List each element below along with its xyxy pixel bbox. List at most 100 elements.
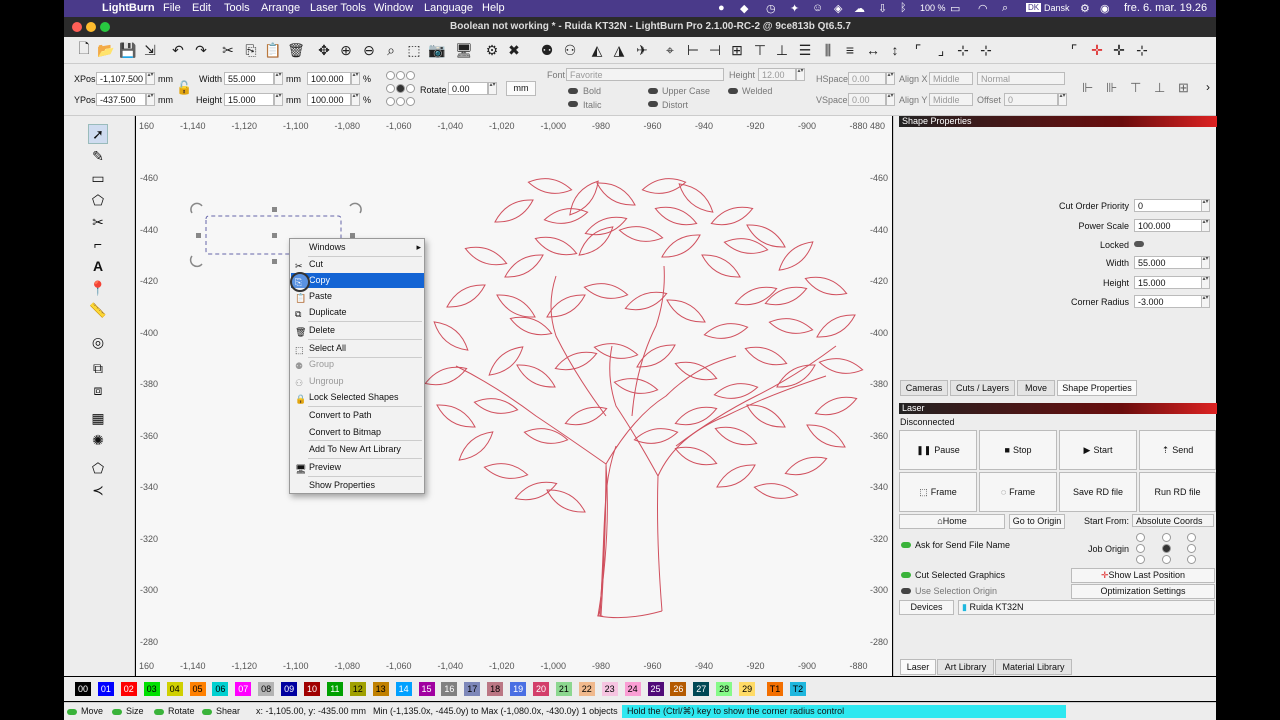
layer-swatch-03[interactable]: 03 — [143, 682, 160, 696]
corner-radius-stepper[interactable]: ▴▾ — [1201, 295, 1210, 308]
measure-icon[interactable]: 📏 — [88, 300, 108, 320]
battery-icon[interactable]: ▭ — [950, 2, 960, 15]
tab-move[interactable]: Move — [1017, 380, 1055, 396]
align-bottom-icon[interactable]: ⊥ — [773, 41, 791, 59]
zoom-window-button[interactable] — [100, 22, 110, 32]
same-width-icon[interactable]: ↔ — [864, 41, 882, 59]
menu-edit[interactable]: Edit — [192, 2, 211, 14]
height-input[interactable]: 15.000 — [224, 93, 274, 106]
welded-toggle[interactable] — [728, 88, 738, 94]
use-sel-origin-toggle[interactable] — [901, 588, 911, 594]
alignx-select[interactable]: Middle — [929, 72, 973, 85]
layer-swatch-26[interactable]: 26 — [670, 682, 687, 696]
italic-toggle[interactable] — [568, 101, 578, 107]
show-last-position-button[interactable]: ✛Show Last Position — [1071, 568, 1215, 583]
rotate-stepper[interactable]: ▴▾ — [488, 82, 497, 95]
layer-swatch-12[interactable]: 12 — [349, 682, 366, 696]
close-window-button[interactable] — [72, 22, 82, 32]
layer-swatch-07[interactable]: 07 — [235, 682, 252, 696]
uppercase-toggle[interactable] — [648, 88, 658, 94]
bell-icon[interactable]: ✦ — [790, 2, 799, 15]
clock-icon[interactable]: ◷ — [766, 2, 776, 15]
layer-swatch-15[interactable]: 15 — [418, 682, 435, 696]
layer-swatch-T1[interactable]: T1 — [767, 682, 783, 696]
rotate-input[interactable]: 0.00 — [448, 82, 488, 95]
jog-icon[interactable]: ✛ — [1110, 41, 1128, 59]
align-center-icon[interactable]: ⌖ — [661, 41, 679, 59]
wifi-icon[interactable]: ◠ — [978, 2, 988, 15]
frame-round-button[interactable]: ◌ Frame — [979, 472, 1057, 512]
text-style-select[interactable]: Normal — [977, 72, 1065, 85]
pause-button[interactable]: ❚❚ Pause — [899, 430, 977, 470]
zoom-selection-icon[interactable]: ⬚ — [405, 41, 423, 59]
tabs-icon[interactable]: ≺ — [88, 480, 108, 500]
context-item-preview[interactable]: 🖥 Preview — [291, 460, 424, 475]
cut-tool-icon[interactable]: ✂ — [219, 41, 237, 59]
layer-swatch-10[interactable]: 10 — [304, 682, 320, 696]
select-arrow-icon[interactable]: ➚ — [88, 124, 108, 144]
layer-swatch-09[interactable]: 09 — [281, 682, 298, 696]
siri-icon[interactable]: ◉ — [1100, 2, 1110, 15]
cloud-icon[interactable]: ☁ — [854, 2, 865, 15]
design-canvas[interactable]: 160 480 160 Windows ▸ ✂ Cut ⎘ Copy 📋 Pas… — [136, 116, 892, 676]
crop-icon[interactable]: ⌐ — [88, 234, 108, 254]
context-item-show-properties[interactable]: Show Properties — [291, 478, 424, 493]
menu-window[interactable]: Window — [374, 2, 413, 14]
menu-arrange[interactable]: Arrange — [261, 2, 300, 14]
device-select[interactable]: ▮ Ruida KT32N — [958, 600, 1215, 615]
offset-input[interactable]: 0 — [1004, 93, 1058, 106]
scale-width-input[interactable]: 100.000 — [307, 72, 351, 85]
context-item-copy[interactable]: ⎘ Copy — [291, 273, 424, 288]
clock-text[interactable]: fre. 6. mar. 19.26 — [1124, 2, 1207, 14]
tab-cuts-layers[interactable]: Cuts / Layers — [950, 380, 1015, 396]
ypos-stepper[interactable]: ▴▾ — [146, 93, 155, 106]
offset-icon[interactable]: ◎ — [88, 332, 108, 352]
layer-swatch-14[interactable]: 14 — [395, 682, 412, 696]
bluetooth-icon[interactable]: ᛒ — [900, 2, 907, 14]
shield-icon[interactable]: ◈ — [834, 2, 842, 15]
zoom-out-icon[interactable]: ⊖ — [360, 41, 378, 59]
layer-swatch-29[interactable]: 29 — [739, 682, 756, 696]
tab-art-library[interactable]: Art Library — [937, 659, 994, 675]
tree-artwork[interactable] — [136, 116, 892, 676]
boolean-union-icon[interactable]: ⧉ — [88, 358, 108, 378]
layer-swatch-19[interactable]: 19 — [510, 682, 527, 696]
menu-help[interactable]: Help — [482, 2, 505, 14]
open-file-icon[interactable]: 📂 — [97, 41, 115, 59]
move-toggle[interactable] — [67, 709, 77, 715]
save-rd-button[interactable]: Save RD file — [1059, 472, 1137, 512]
move-icon[interactable]: ✥ — [315, 41, 333, 59]
shear-toggle[interactable] — [202, 709, 212, 715]
dock-t-icon[interactable]: ⌟ — [932, 41, 950, 59]
layer-swatch-11[interactable]: 11 — [326, 682, 343, 696]
context-item-windows[interactable]: Windows ▸ — [291, 240, 424, 255]
home-button[interactable]: ⌂Home — [899, 514, 1005, 529]
context-item-convert-path[interactable]: Convert to Path — [291, 408, 424, 423]
send-button[interactable]: ⇡ Send — [1139, 430, 1216, 470]
align-right-icon[interactable]: ⊣ — [706, 41, 724, 59]
copy-tool-icon[interactable]: ⎘ — [242, 41, 260, 59]
context-item-lock[interactable]: 🔒 Lock Selected Shapes — [291, 390, 424, 405]
font-select[interactable]: Favorite — [566, 68, 724, 81]
layer-swatch-T2[interactable]: T2 — [789, 682, 806, 696]
undo-icon[interactable]: ↶ — [169, 41, 187, 59]
power-scale-input[interactable]: 100.000 — [1134, 219, 1202, 232]
power-scale-stepper[interactable]: ▴▾ — [1201, 219, 1210, 232]
aligny-select[interactable]: Middle — [929, 93, 973, 106]
width-stepper[interactable]: ▴▾ — [274, 72, 283, 85]
dropbox-icon[interactable]: ◆ — [740, 2, 748, 15]
import-icon[interactable]: ⇲ — [141, 41, 159, 59]
hspace-stepper[interactable]: ▴▾ — [886, 72, 895, 85]
layer-swatch-24[interactable]: 24 — [624, 682, 641, 696]
settings-gear-icon[interactable]: ⚙ — [483, 41, 501, 59]
battery-percent[interactable]: 100 % — [920, 3, 946, 13]
redo-icon[interactable]: ↷ — [192, 41, 210, 59]
same-height-icon[interactable]: ↕ — [886, 41, 904, 59]
layer-swatch-08[interactable]: 08 — [258, 682, 275, 696]
save-icon[interactable]: 💾 — [119, 41, 137, 59]
position-pin-icon[interactable]: 📍 — [88, 278, 108, 298]
layer-swatch-02[interactable]: 02 — [120, 682, 137, 696]
search-icon[interactable]: ⌕ — [1002, 2, 1008, 15]
start-from-select[interactable]: Absolute Coords — [1132, 514, 1214, 527]
keyboard-badge[interactable]: DK — [1026, 3, 1042, 12]
